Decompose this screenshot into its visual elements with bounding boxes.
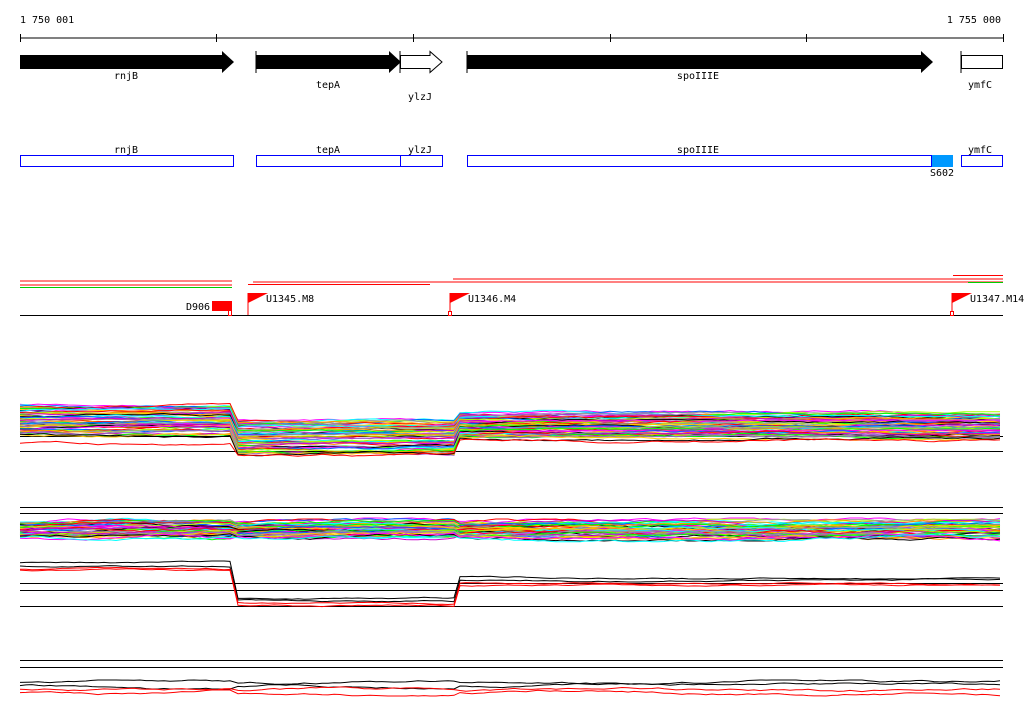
signal-trace [19,679,1001,686]
marker-label: U1345.M8 [266,294,314,305]
signal-trace [20,566,1001,606]
marker-label: D906 [186,302,210,313]
transcript-track: rnjB tepA ylzJ spoIIIE S602 ymfC [20,145,1003,179]
flag-icon [248,293,268,303]
position-ruler: 1 750 001 1 755 000 [20,15,1004,42]
signal-track-4 [19,660,1003,697]
transcript-spoIIIE[interactable] [467,155,932,167]
marker-U1346.M4[interactable]: U1346.M4 [448,293,517,316]
marker-label: U1347.M14 [970,294,1024,305]
marker-U1347.M14[interactable]: U1347.M14 [950,293,1024,316]
gene-label: rnjB [114,71,138,82]
ruler-start-label: 1 750 001 [20,15,74,26]
transcript-label: spoIIIE [677,145,719,156]
flag-icon [952,293,972,303]
transcript-label: tepA [316,145,340,156]
transcript-tepA[interactable] [256,155,401,167]
gene-label: spoIIIE [677,71,719,82]
gene-ylzJ[interactable]: ylzJ [399,50,443,103]
gene-rnjB[interactable]: rnjB [20,51,234,82]
signal-track-1 [19,402,1003,457]
signal-trace [19,568,1001,608]
transcript-label: ymfC [968,145,992,156]
ruler-end-label: 1 755 000 [947,15,1001,26]
segment-track [20,275,1003,288]
gene-track: rnjB tepA ylzJ spoIIIE ymfC [20,50,1003,103]
genome-browser-view[interactable]: 1 750 001 1 755 000 rnjB tepA ylzJ spoII… [0,0,1024,714]
transcript-ylzJ[interactable] [400,155,443,167]
marker-U1345.M8[interactable]: U1345.M8 [247,293,314,315]
signal-trace [19,438,1001,457]
marker-track: D906 U1345.M8 U1346.M4 U1347.M14 [20,293,1024,316]
marker-D906[interactable]: D906 [186,301,232,316]
gene-ymfC[interactable]: ymfC [960,51,1003,91]
gene-label: tepA [316,80,340,91]
signal-trace [19,682,1001,690]
transcript-ymfC[interactable] [961,155,1003,167]
transcript-label: ylzJ [408,145,432,156]
gene-spoIIIE[interactable]: spoIIIE [466,51,933,82]
gene-tepA[interactable]: tepA [255,51,401,91]
marker-label: U1346.M4 [468,294,516,305]
flag-icon [450,293,470,303]
signal-track-3 [19,560,1003,608]
gene-label: ylzJ [408,92,432,103]
feature-S602[interactable] [932,155,953,167]
gene-label: ymfC [968,80,992,91]
transcript-label: rnjB [114,145,138,156]
transcript-rnjB[interactable] [20,155,234,167]
feature-S602-label: S602 [930,168,954,179]
signal-track-2 [19,507,1003,543]
